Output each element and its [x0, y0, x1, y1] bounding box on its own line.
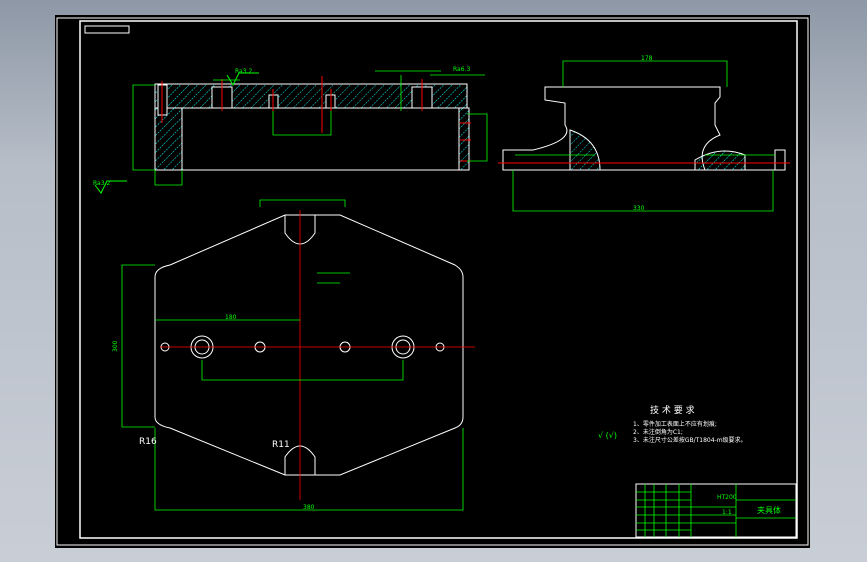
overall-height-dim: 300	[112, 340, 119, 352]
side-view	[498, 60, 790, 212]
radius-center-label: R11	[272, 440, 290, 450]
overall-width-dim: 380	[303, 504, 315, 511]
corner-box	[84, 25, 130, 34]
tech-req-item: 2、未注倒角为C1;	[633, 428, 683, 436]
title-block: HT200 夹具体 1:1	[635, 483, 797, 538]
cad-drawing-sheet: Ra3.2 Ra3.2 Ra6.3 330 178 180 380 300 R1…	[55, 15, 810, 548]
tech-req-item: 3、未注尺寸公差按GB/T1804-m级要求。	[633, 436, 747, 444]
part-name-label: 夹具体	[757, 505, 781, 515]
roughness-top-label: Ra3.2	[235, 68, 252, 75]
technical-requirements: 技 术 要 求 1、零件加工表面上不应有划痕; 2、未注倒角为C1; 3、未注尺…	[598, 404, 747, 444]
material-label: HT200	[717, 494, 737, 501]
general-roughness-symbol: √ (√)	[598, 431, 617, 440]
plan-view	[121, 199, 475, 511]
side-width-dim: 330	[633, 205, 645, 212]
hole-span-dim: 180	[225, 314, 237, 321]
scale-label: 1:1	[722, 509, 732, 516]
side-inner-dim: 178	[641, 55, 653, 62]
radius-left-label: R16	[139, 437, 157, 447]
drawing-canvas: Ra3.2 Ra3.2 Ra6.3 330 178 180 380 300 R1…	[56, 17, 809, 546]
roughness-right-label: Ra6.3	[453, 66, 470, 73]
front-section-view: Ra3.2 Ra3.2 Ra6.3	[93, 66, 488, 194]
tech-req-item: 1、零件加工表面上不应有划痕;	[633, 420, 717, 428]
tech-req-title: 技 术 要 求	[650, 404, 695, 416]
